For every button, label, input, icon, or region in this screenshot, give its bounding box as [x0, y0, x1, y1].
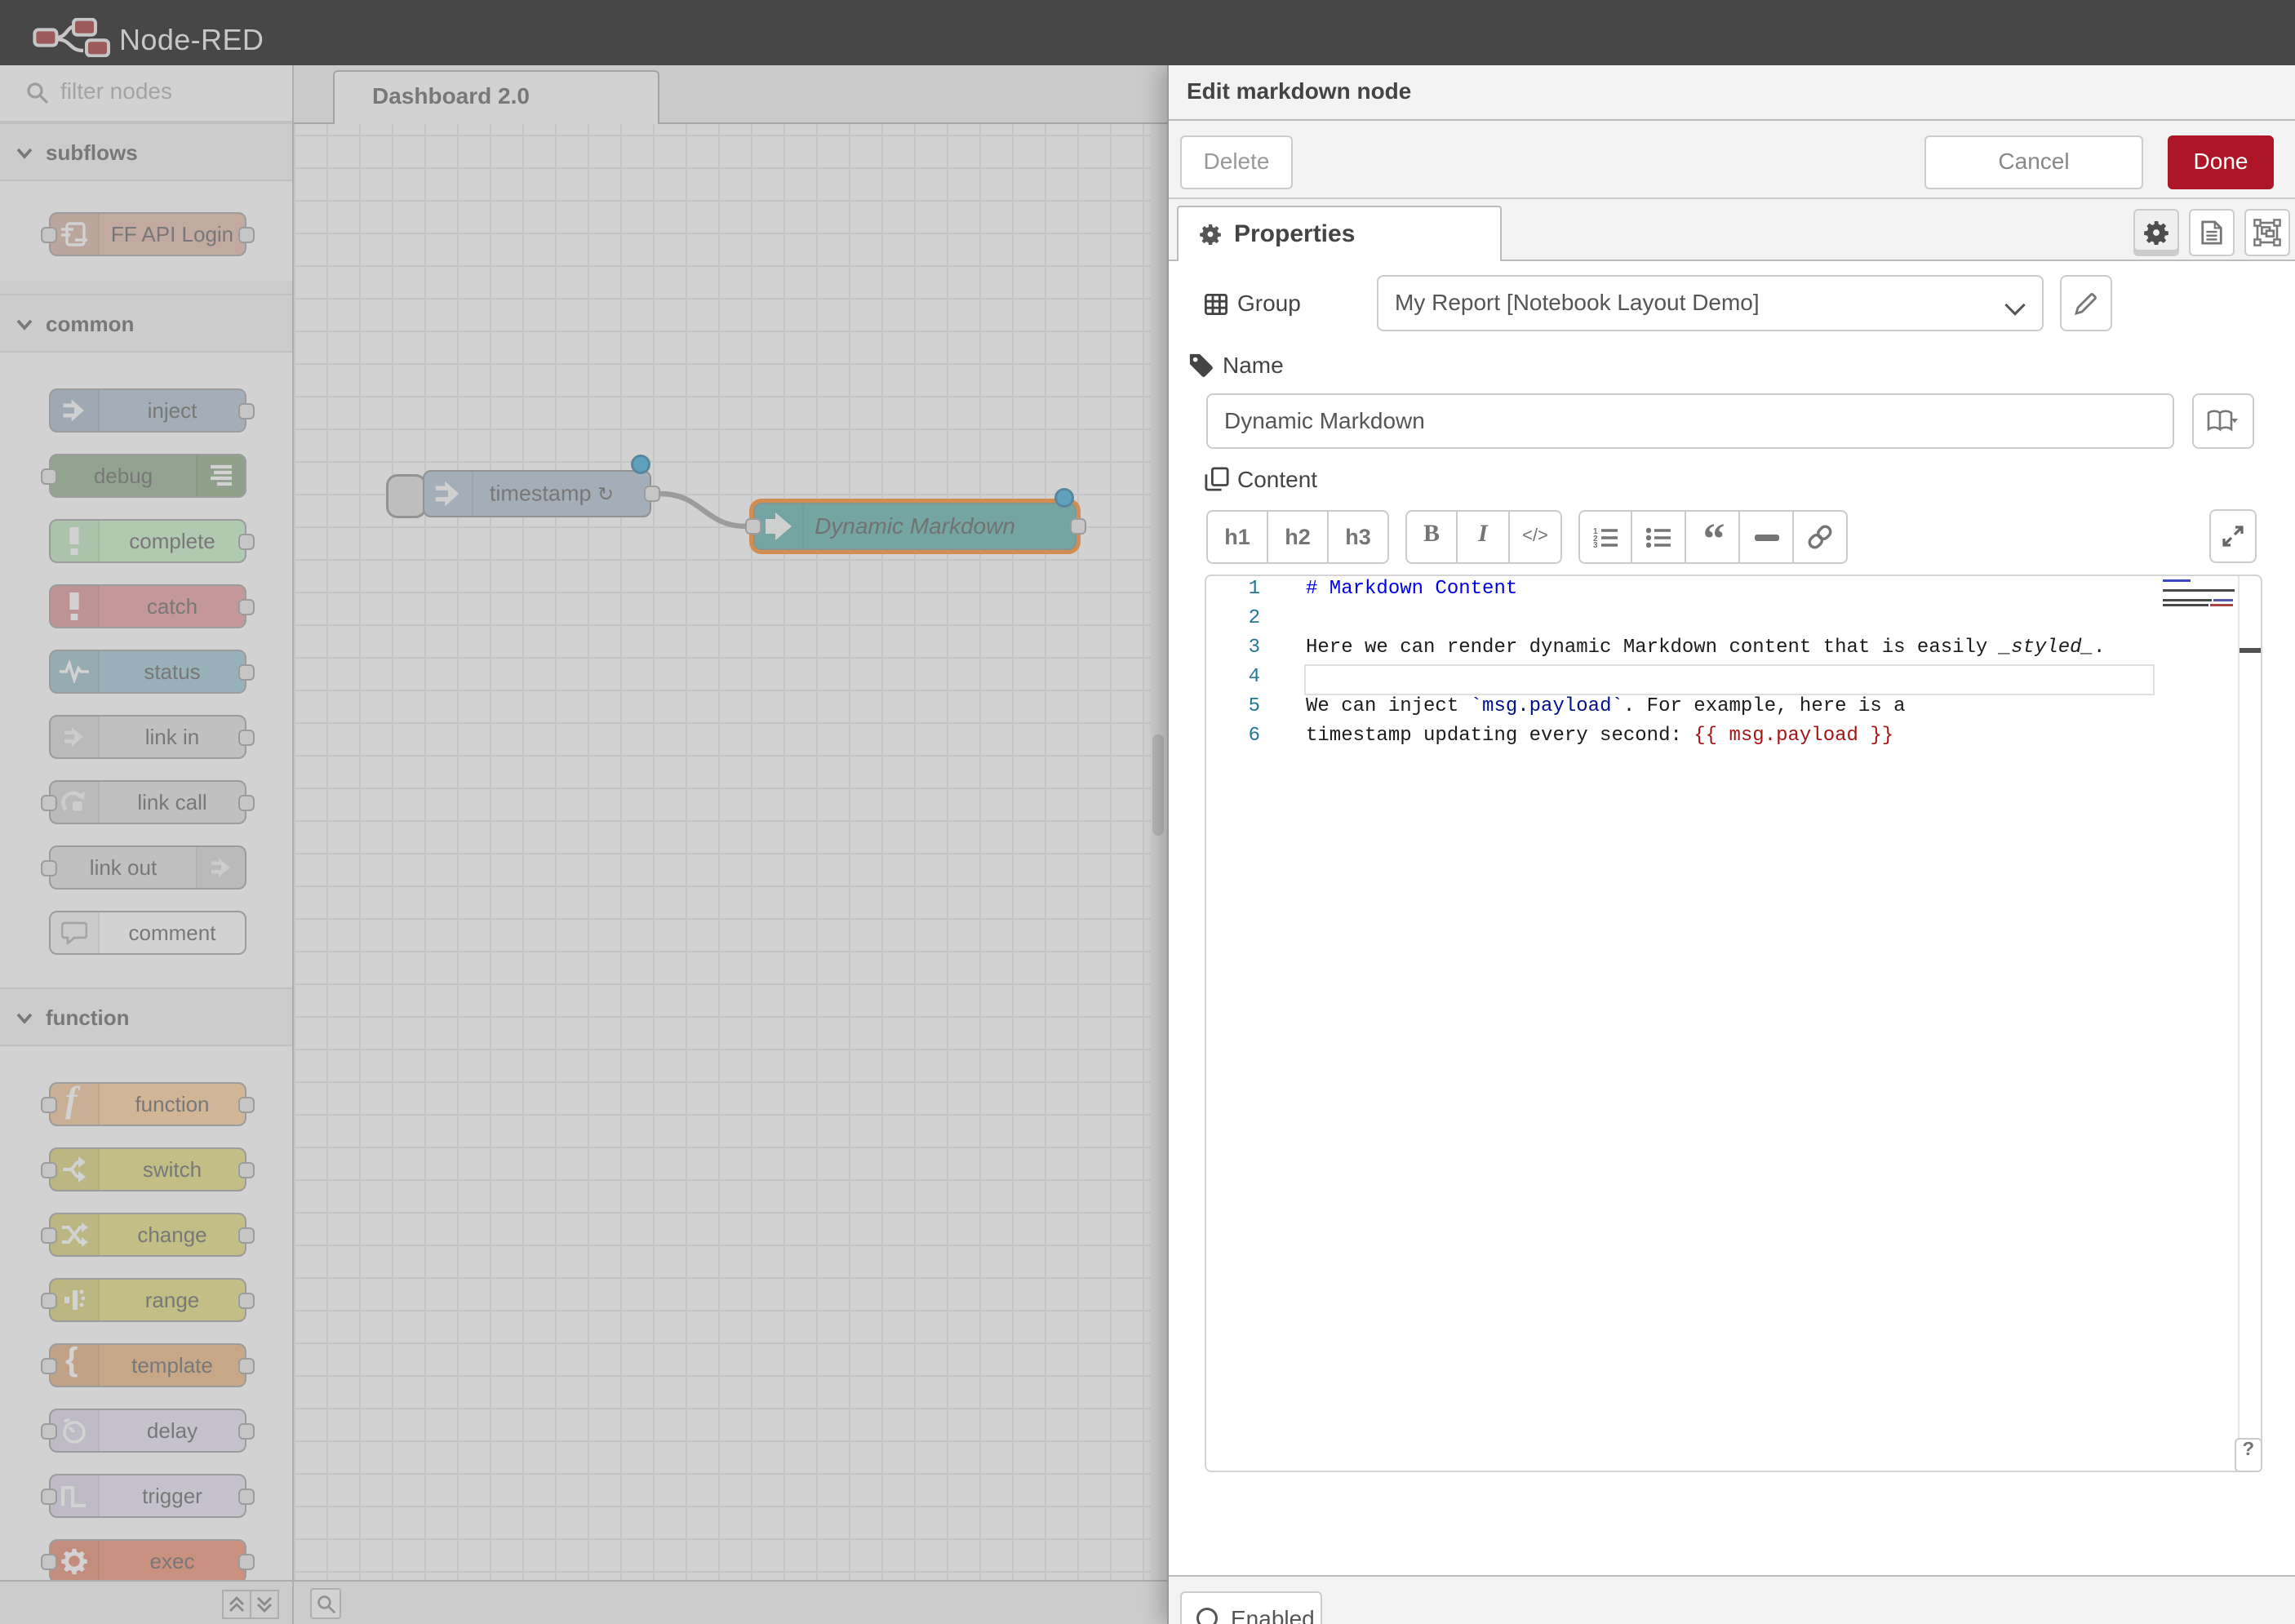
svg-text:3: 3	[1593, 541, 1598, 548]
